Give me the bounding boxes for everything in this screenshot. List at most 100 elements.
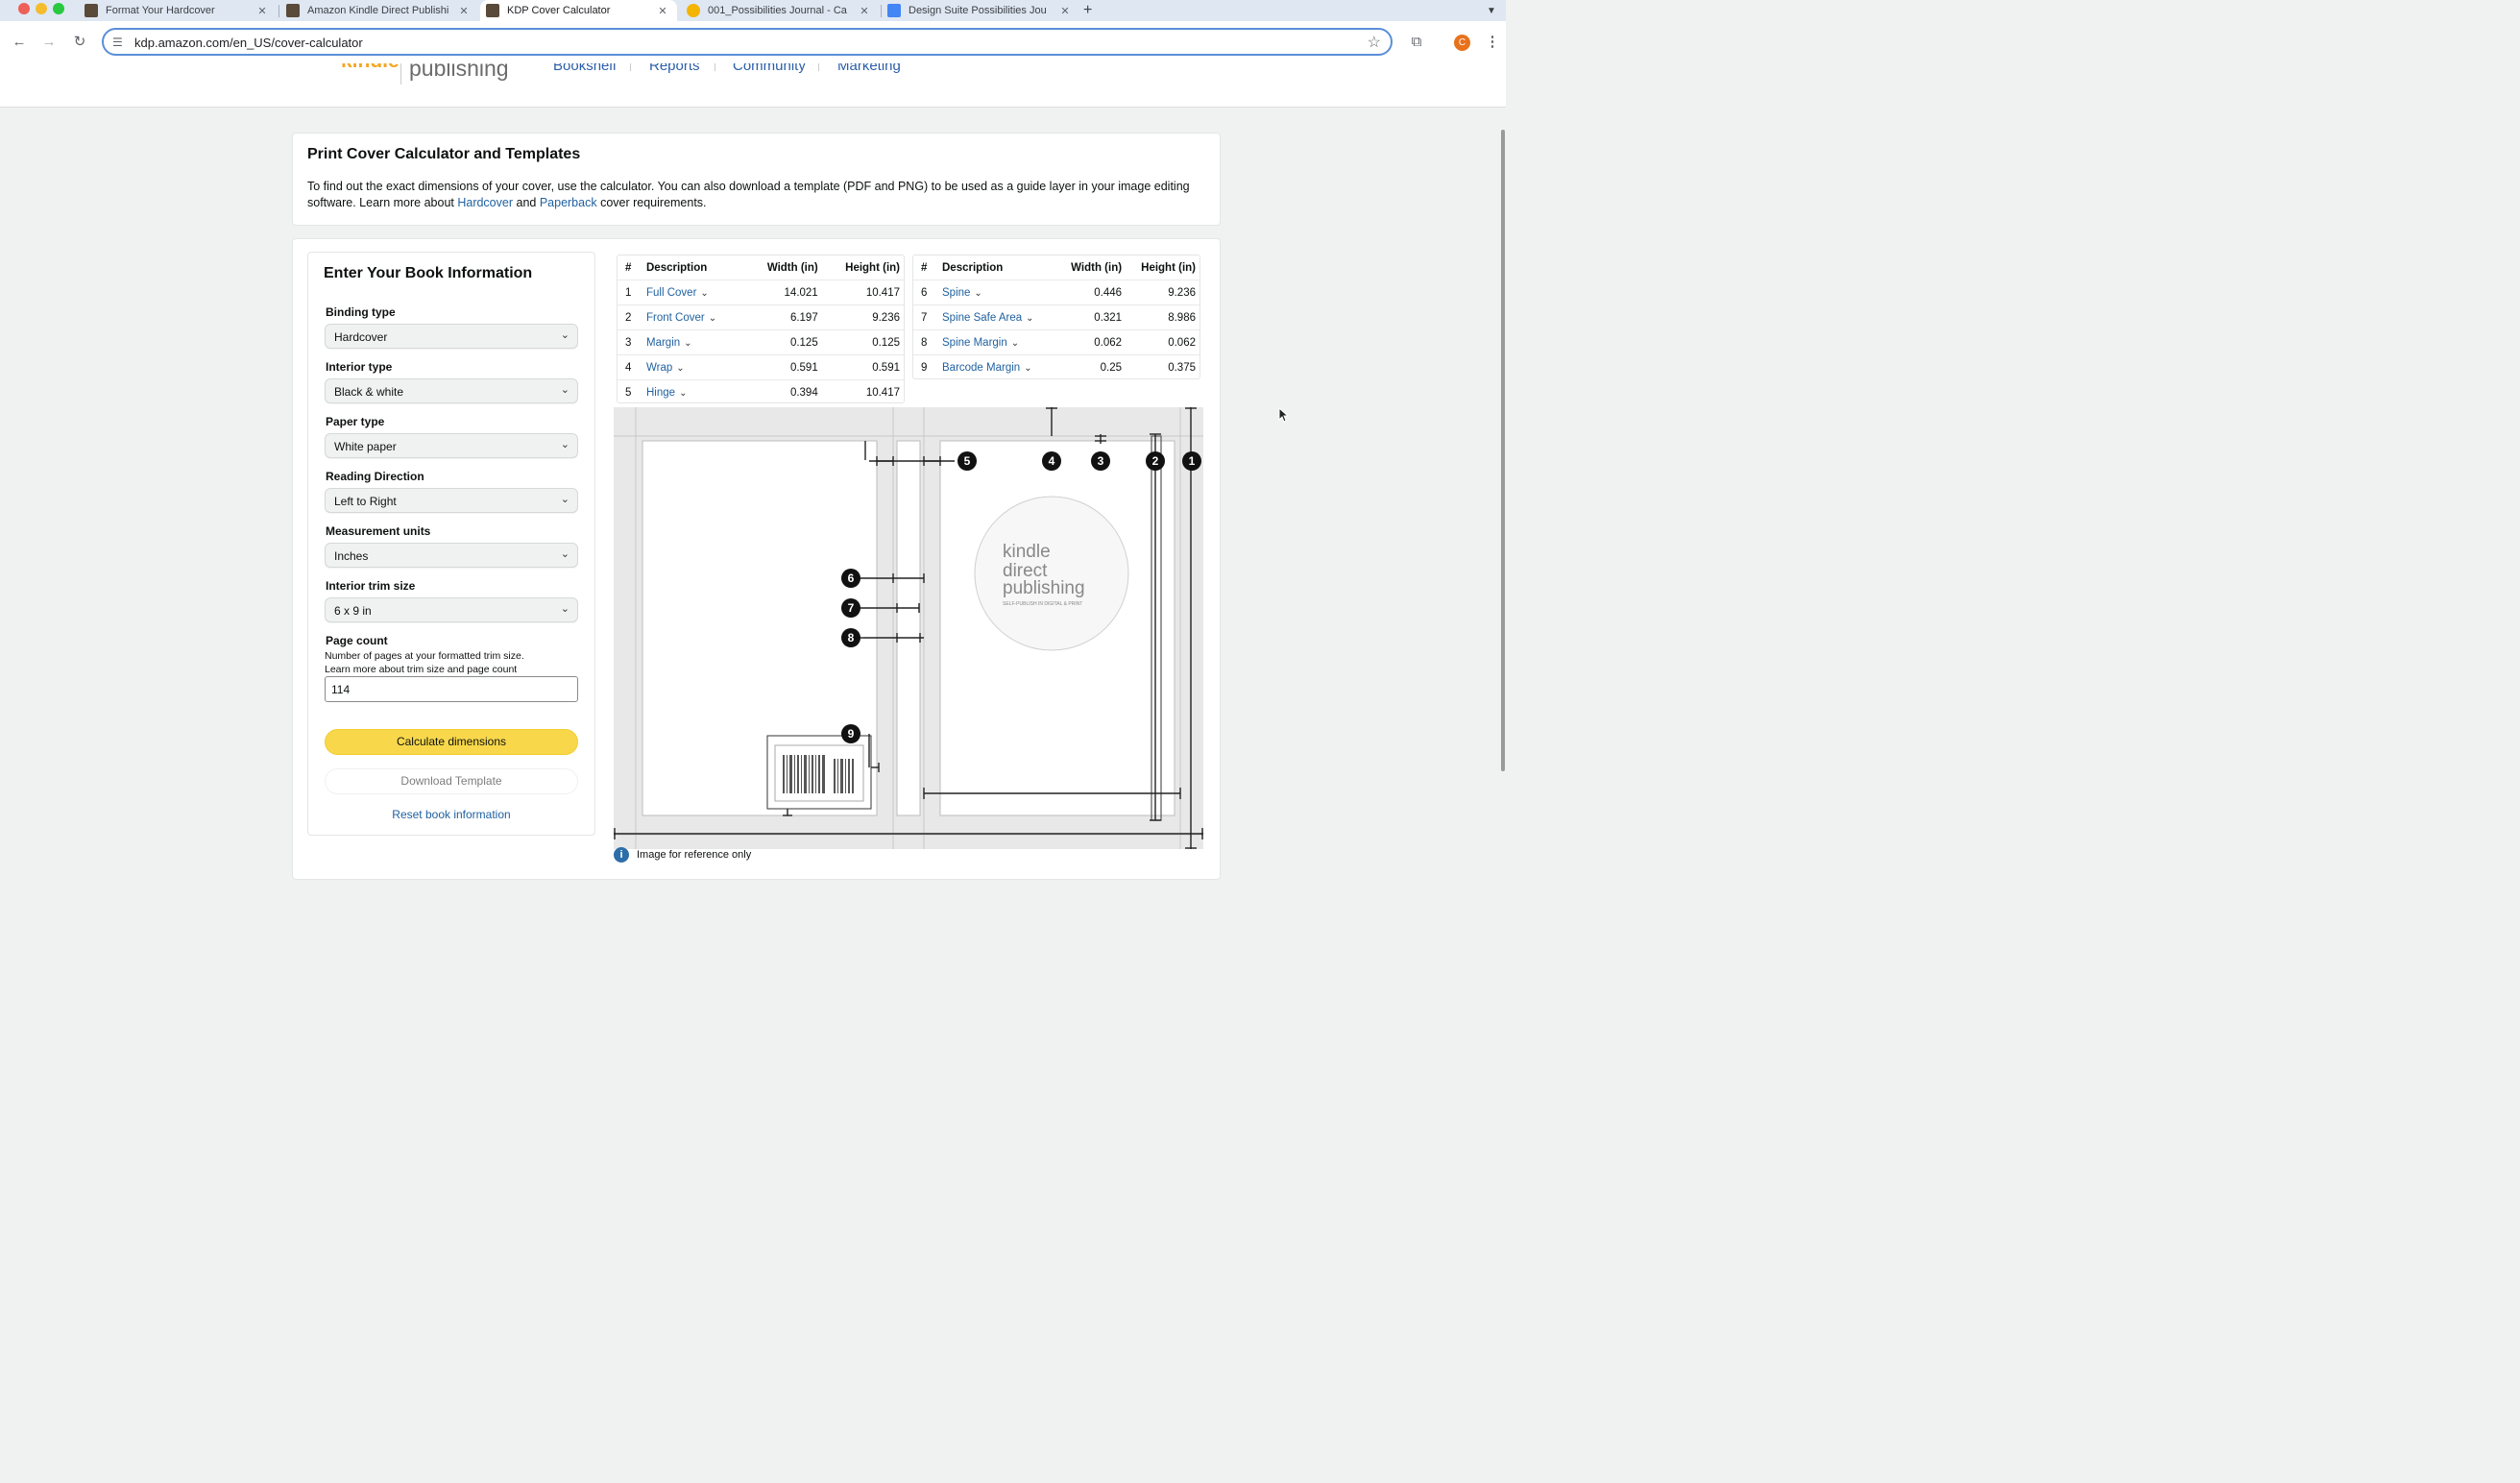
close-window-button[interactable] — [18, 3, 30, 14]
reset-book-info-link[interactable]: Reset book information — [325, 808, 578, 821]
extensions-icon[interactable]: ⧉ — [1408, 34, 1425, 51]
chevron-down-icon: ⌄ — [560, 603, 569, 615]
calculate-dimensions-button[interactable]: Calculate dimensions — [325, 729, 578, 755]
form-title: Enter Your Book Information — [324, 265, 533, 281]
paper-type-select[interactable]: White paper ⌄ — [325, 433, 578, 458]
row-description-toggle[interactable]: Wrap ⌄ — [642, 354, 745, 380]
col-header-description: Description — [646, 261, 708, 274]
back-arrow-icon[interactable]: ← — [11, 34, 28, 51]
new-tab-button[interactable]: + — [1083, 0, 1106, 21]
browser-toolbar: ← → ↻ ☰ kdp.amazon.com/en_US/cover-calcu… — [0, 21, 1506, 64]
chevron-down-icon: ▼ — [1487, 5, 1496, 16]
close-icon[interactable]: ✕ — [457, 5, 471, 17]
paperback-link[interactable]: Paperback — [540, 196, 597, 209]
logo-kindle[interactable]: kindle — [341, 63, 400, 73]
close-icon[interactable]: ✕ — [858, 5, 871, 17]
marker-8: 8 — [848, 631, 855, 644]
dimensions-table-right: # Description Width (in) Height (in) 6 Sp… — [912, 255, 1200, 379]
bookmark-star-icon[interactable]: ☆ — [1368, 33, 1381, 52]
browser-tab[interactable]: 001_Possibilities Journal - Ca ✕ — [681, 0, 879, 21]
row-height: 0.375 — [1126, 354, 1199, 379]
close-icon[interactable]: ✕ — [255, 5, 269, 17]
row-description-toggle[interactable]: Front Cover ⌄ — [642, 304, 745, 330]
reload-icon[interactable]: ↻ — [71, 34, 88, 51]
mouse-cursor-icon — [1278, 407, 1290, 423]
binding-type-select[interactable]: Hardcover ⌄ — [325, 324, 578, 349]
profile-avatar[interactable]: C — [1454, 35, 1470, 51]
marker-7: 7 — [848, 601, 855, 615]
chevron-down-icon: ⌄ — [560, 329, 569, 341]
tab-search-button[interactable]: ▼ — [1487, 0, 1502, 21]
row-description-toggle[interactable]: Margin ⌄ — [642, 329, 745, 355]
reading-direction-select[interactable]: Left to Right ⌄ — [325, 488, 578, 513]
select-value: Inches — [334, 549, 369, 563]
page-count-value: 114 — [331, 683, 351, 696]
browser-tab[interactable]: Design Suite Possibilities Jou ✕ — [882, 0, 1079, 21]
page-count-input[interactable]: 114 — [325, 676, 578, 702]
table-row: 2 Front Cover ⌄ 6.197 9.236 — [618, 304, 904, 330]
tab-title: Amazon Kindle Direct Publishi — [307, 5, 449, 16]
kdp-favicon-icon — [85, 4, 98, 17]
nav-marketing[interactable]: Marketing — [837, 63, 901, 74]
row-description-toggle[interactable]: Spine ⌄ — [938, 280, 1056, 305]
logo-publishing[interactable]: publishing — [400, 63, 509, 85]
row-number: 1 — [618, 280, 642, 305]
site-settings-icon[interactable]: ☰ — [112, 36, 123, 49]
maximize-window-button[interactable] — [53, 3, 64, 14]
nav-community[interactable]: Community — [733, 63, 806, 74]
marker-3: 3 — [1098, 454, 1104, 468]
trim-size-label: Interior trim size — [326, 579, 416, 593]
browser-tab[interactable]: Amazon Kindle Direct Publishi ✕ — [280, 0, 478, 21]
row-width: 6.197 — [744, 304, 822, 330]
row-description-toggle[interactable]: Hinge ⌄ — [642, 379, 745, 404]
col-header-height: Height (in) — [1141, 261, 1196, 274]
trim-size-help-link[interactable]: Learn more about trim size and page coun… — [325, 664, 517, 675]
browser-tab[interactable]: Format Your Hardcover ✕ — [79, 0, 277, 21]
hardcover-link[interactable]: Hardcover — [457, 196, 513, 209]
row-number: 5 — [618, 379, 642, 404]
page-count-label: Page count — [326, 634, 388, 647]
download-template-button[interactable]: Download Template — [325, 768, 578, 794]
url-text[interactable]: kdp.amazon.com/en_US/cover-calculator — [134, 36, 363, 50]
nav-bookshelf[interactable]: Bookshelf — [553, 63, 617, 74]
browser-tab-active[interactable]: KDP Cover Calculator ✕ — [480, 0, 677, 21]
row-description-toggle[interactable]: Spine Safe Area ⌄ — [938, 304, 1056, 330]
tab-title: Format Your Hardcover — [106, 5, 215, 16]
row-width: 0.591 — [744, 354, 822, 380]
interior-type-label: Interior type — [326, 360, 393, 374]
profile-initial: C — [1458, 37, 1466, 48]
google-drive-icon — [687, 4, 700, 17]
col-header-width: Width (in) — [1071, 261, 1123, 274]
row-height: 0.062 — [1126, 329, 1199, 355]
measurement-units-select[interactable]: Inches ⌄ — [325, 543, 578, 568]
trim-size-select[interactable]: 6 x 9 in ⌄ — [325, 597, 578, 622]
table-row: 1 Full Cover ⌄ 14.021 10.417 — [618, 280, 904, 305]
address-bar[interactable]: ☰ kdp.amazon.com/en_US/cover-calculator … — [102, 28, 1393, 56]
row-description-toggle[interactable]: Spine Margin ⌄ — [938, 329, 1056, 355]
chevron-down-icon: ⌄ — [684, 337, 692, 349]
reading-direction-label: Reading Direction — [326, 470, 424, 483]
scrollbar-thumb[interactable] — [1501, 130, 1505, 771]
row-height: 8.986 — [1126, 304, 1199, 330]
close-icon[interactable]: ✕ — [1058, 5, 1072, 17]
description-text: Wrap — [646, 361, 673, 374]
table-row: 7 Spine Safe Area ⌄ 0.321 8.986 — [913, 304, 1199, 330]
interior-type-select[interactable]: Black & white ⌄ — [325, 378, 578, 403]
close-icon[interactable]: ✕ — [656, 5, 669, 17]
browser-menu-icon[interactable]: ⋮ — [1484, 34, 1501, 51]
binding-type-label: Binding type — [326, 305, 396, 319]
description-text: Front Cover — [646, 311, 705, 324]
nav-reports[interactable]: Reports — [649, 63, 700, 74]
forward-arrow-icon[interactable]: → — [40, 34, 58, 51]
row-number: 6 — [913, 280, 938, 305]
table-row: 8 Spine Margin ⌄ 0.062 0.062 — [913, 329, 1199, 355]
row-description-toggle[interactable]: Barcode Margin ⌄ — [938, 354, 1056, 379]
logo-tagline: SELF-PUBLISH IN DIGITAL & PRINT — [1003, 601, 1082, 607]
col-header-width: Width (in) — [766, 261, 818, 274]
chevron-down-icon: ⌄ — [560, 494, 569, 505]
intro-text: To find out the exact dimensions of your… — [307, 179, 1200, 211]
minimize-window-button[interactable] — [36, 3, 47, 14]
marker-1: 1 — [1189, 454, 1196, 468]
chevron-down-icon: ⌄ — [560, 548, 569, 560]
row-description-toggle[interactable]: Full Cover ⌄ — [642, 280, 745, 305]
